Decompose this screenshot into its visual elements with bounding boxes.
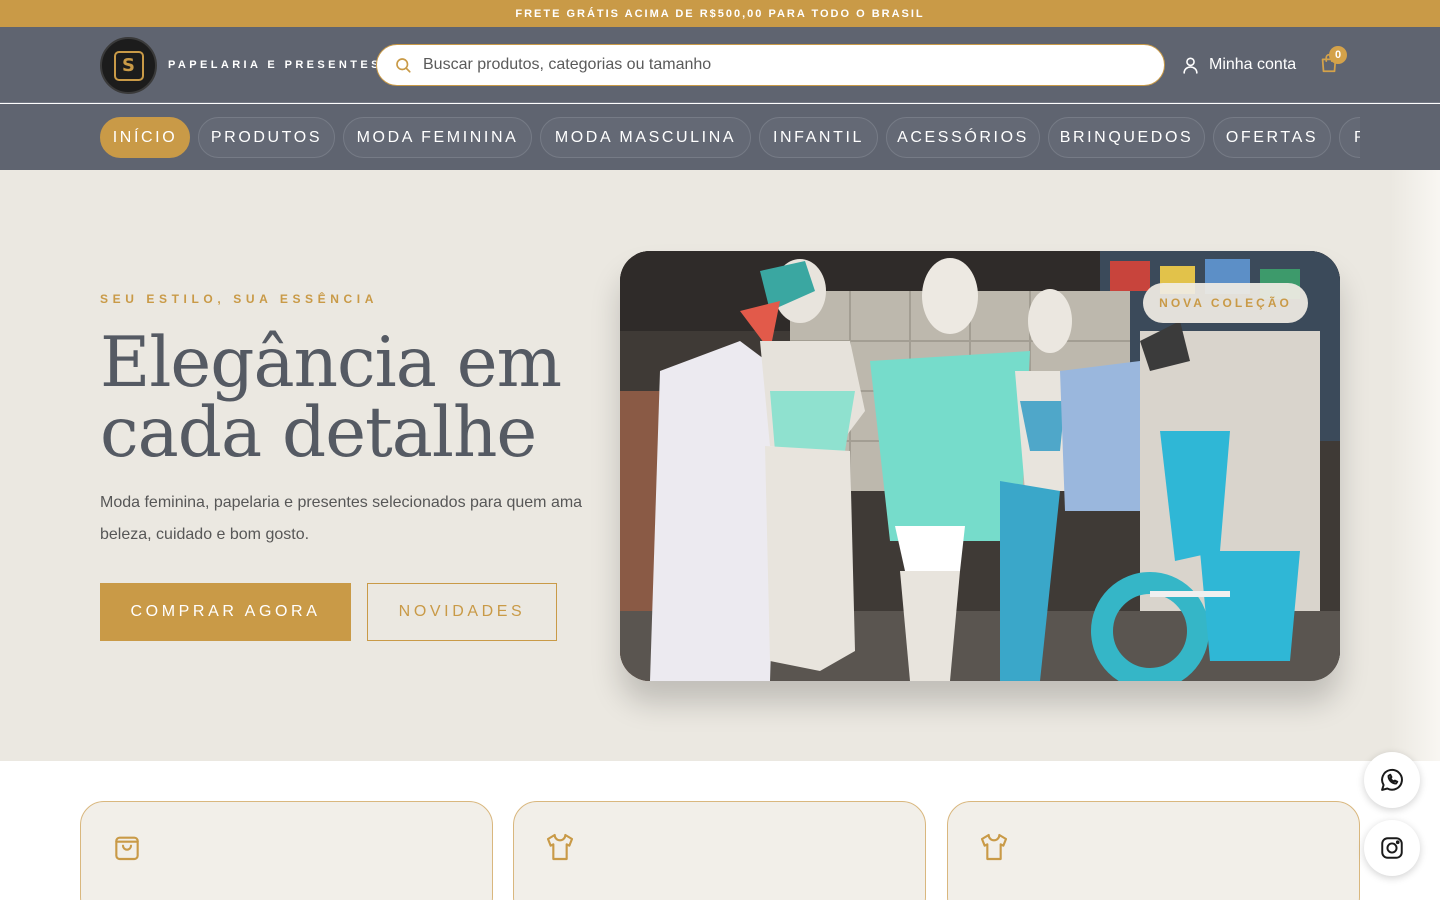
shopping-bag-icon: [115, 836, 139, 861]
nav-scroller: INÍCIO PRODUTOS MODA FEMININA MODA MASCU…: [100, 117, 1360, 158]
nav-item-acessorios[interactable]: ACESSÓRIOS: [886, 117, 1040, 158]
right-edge-shade: [1390, 170, 1440, 761]
new-collection-badge: NOVA COLEÇÃO: [1143, 283, 1308, 323]
feature-card-3[interactable]: [947, 801, 1360, 900]
hero-eyebrow: SEU ESTILO, SUA ESSÊNCIA: [100, 292, 378, 306]
site-header: S PAPELARIA E PRESENTES Minha conta 0: [0, 27, 1440, 103]
logo-mark-icon: S: [113, 50, 144, 81]
new-arrivals-button[interactable]: NOVIDADES: [367, 583, 557, 641]
nav-item-brinquedos[interactable]: BRINQUEDOS: [1048, 117, 1205, 158]
user-icon: [1183, 57, 1198, 74]
nav-item-moda-feminina[interactable]: MODA FEMININA: [343, 117, 532, 158]
hero-subtitle: Moda feminina, papelaria e presentes sel…: [100, 494, 583, 543]
brand-tagline: PAPELARIA E PRESENTES: [168, 59, 382, 71]
shirt-icon: [980, 833, 1008, 861]
instagram-button[interactable]: [1364, 820, 1420, 876]
search-bar: [376, 44, 1165, 86]
whatsapp-button[interactable]: [1364, 752, 1420, 808]
feature-card-1[interactable]: [80, 801, 493, 900]
nav-item-moda-masculina[interactable]: MODA MASCULINA: [540, 117, 751, 158]
category-nav: INÍCIO PRODUTOS MODA FEMININA MODA MASCU…: [0, 104, 1440, 170]
instagram-icon: [1381, 837, 1403, 859]
account-link[interactable]: Minha conta: [1181, 52, 1296, 78]
logo[interactable]: S: [100, 37, 157, 94]
cart-count-badge: 0: [1329, 46, 1347, 64]
announcement-bar: FRETE GRÁTIS ACIMA DE R$500,00 PARA TODO…: [0, 0, 1440, 27]
nav-item-inicio[interactable]: INÍCIO: [100, 117, 190, 158]
whatsapp-icon: [1381, 768, 1403, 791]
nav-item-truncated[interactable]: P: [1339, 117, 1360, 158]
account-label: Minha conta: [1209, 56, 1297, 73]
hero-headline: Elegância em cada detalhe: [100, 323, 562, 473]
hero-section: SEU ESTILO, SUA ESSÊNCIA Elegância em ca…: [0, 170, 1440, 761]
nav-item-infantil[interactable]: INFANTIL: [759, 117, 878, 158]
search-input[interactable]: [423, 45, 1123, 84]
nav-item-produtos[interactable]: PRODUTOS: [198, 117, 335, 158]
search-icon: [396, 58, 411, 73]
feature-card-2[interactable]: [513, 801, 926, 900]
announcement-text: FRETE GRÁTIS ACIMA DE R$500,00 PARA TODO…: [515, 7, 925, 20]
shop-now-button[interactable]: COMPRAR AGORA: [100, 583, 351, 641]
shirt-icon: [546, 833, 574, 861]
feature-cards: [0, 761, 1440, 900]
nav-item-ofertas[interactable]: OFERTAS: [1213, 117, 1331, 158]
